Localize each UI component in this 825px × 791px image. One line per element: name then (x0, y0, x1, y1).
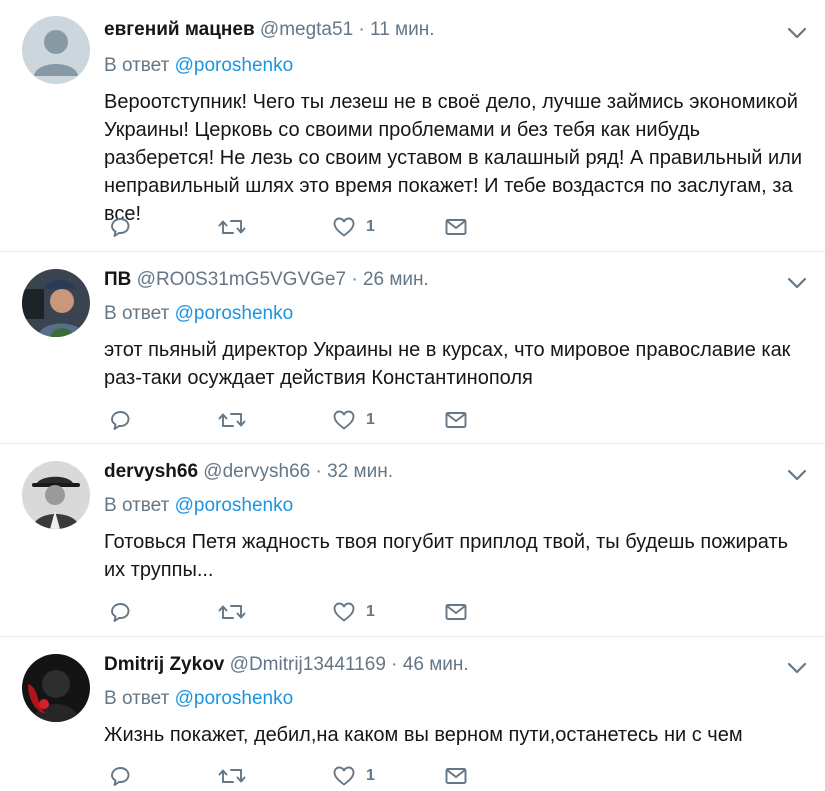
tweet-text: этот пьяный директор Украины не в курсах… (104, 339, 791, 389)
tweet-header: ПВ @RO0S31mG5VGVGe7 · 26 мин. (104, 269, 429, 291)
direct-message-button[interactable] (444, 597, 468, 627)
reply-button[interactable] (108, 761, 132, 791)
profile-photo-icon (22, 269, 90, 337)
retweet-button[interactable] (218, 405, 246, 435)
tweet-header: Dmitrij Zykov @Dmitrij13441169 · 46 мин. (104, 654, 469, 676)
chevron-down-icon[interactable] (787, 661, 807, 675)
reply-mention-link[interactable]: @poroshenko (175, 495, 294, 516)
username[interactable]: @dervysh66 (203, 461, 310, 482)
reply-mention-link[interactable]: @poroshenko (175, 688, 294, 709)
display-name[interactable]: dervysh66 (104, 461, 198, 482)
reply-context: В ответ @poroshenko (104, 495, 293, 517)
like-button[interactable]: 1 (332, 597, 375, 627)
like-button[interactable]: 1 (332, 761, 375, 791)
tweet[interactable]: ПВ @RO0S31mG5VGVGe7 · 26 мин. В ответ @p… (0, 252, 825, 444)
like-count: 1 (366, 603, 375, 620)
heart-icon (333, 602, 355, 622)
separator: · (358, 19, 365, 40)
envelope-icon (445, 604, 467, 620)
tweet-header: евгений мацнев @megta51 · 11 мин. (104, 19, 434, 41)
direct-message-button[interactable] (444, 212, 468, 242)
timestamp[interactable]: 26 мин. (363, 269, 429, 290)
reply-mention-link[interactable]: @poroshenko (175, 303, 294, 324)
timestamp[interactable]: 32 мин. (327, 461, 393, 482)
timestamp[interactable]: 11 мин. (370, 19, 434, 40)
username[interactable]: @Dmitrij13441169 (230, 654, 386, 675)
timestamp[interactable]: 46 мин. (403, 654, 469, 675)
reply-context: В ответ @poroshenko (104, 55, 293, 77)
retweet-icon (218, 413, 246, 427)
reply-button[interactable] (108, 405, 132, 435)
retweet-button[interactable] (218, 212, 246, 242)
separator: · (315, 461, 322, 482)
chevron-down-icon[interactable] (787, 468, 807, 482)
reply-button[interactable] (108, 212, 132, 242)
retweet-icon (218, 769, 246, 783)
profile-photo-icon (22, 461, 90, 529)
envelope-icon (445, 412, 467, 428)
username[interactable]: @megta51 (260, 19, 353, 40)
like-button[interactable]: 1 (332, 212, 375, 242)
direct-message-button[interactable] (444, 761, 468, 791)
envelope-icon (445, 768, 467, 784)
avatar[interactable] (22, 16, 90, 84)
tweet-text: Готовься Петя жадность твоя погубит прип… (104, 531, 789, 581)
display-name[interactable]: евгений мацнев (104, 19, 255, 40)
separator: · (391, 654, 398, 675)
tweet-actions: 1 (104, 761, 504, 791)
avatar[interactable] (22, 269, 90, 337)
retweet-icon (218, 605, 246, 619)
tweet[interactable]: dervysh66 @dervysh66 · 32 мин. В ответ @… (0, 444, 825, 637)
retweet-icon (218, 220, 246, 234)
tweet-actions: 1 (104, 405, 504, 435)
tweet-actions: 1 (104, 212, 504, 242)
heart-icon (333, 766, 355, 786)
chevron-down-icon[interactable] (787, 276, 807, 290)
avatar[interactable] (22, 654, 90, 722)
tweet-text: Жизнь покажет, дебил,на каком вы верном … (104, 724, 743, 746)
default-profile-icon (22, 16, 90, 84)
envelope-icon (445, 219, 467, 235)
tweet[interactable]: евгений мацнев @megta51 · 11 мин. В отве… (0, 0, 825, 252)
reply-icon (111, 218, 130, 237)
profile-photo-icon (22, 654, 90, 722)
reply-context: В ответ @poroshenko (104, 303, 293, 325)
heart-icon (333, 217, 355, 237)
reply-context: В ответ @poroshenko (104, 688, 293, 710)
like-count: 1 (366, 411, 375, 428)
retweet-button[interactable] (218, 761, 246, 791)
reply-prefix: В ответ (104, 303, 170, 324)
reply-icon (111, 603, 130, 622)
reply-prefix: В ответ (104, 688, 170, 709)
direct-message-button[interactable] (444, 405, 468, 435)
display-name[interactable]: Dmitrij Zykov (104, 654, 224, 675)
tweet-actions: 1 (104, 597, 504, 627)
reply-mention-link[interactable]: @poroshenko (175, 55, 294, 76)
avatar[interactable] (22, 461, 90, 529)
chevron-down-icon[interactable] (787, 26, 807, 40)
like-count: 1 (366, 218, 375, 235)
tweet[interactable]: Dmitrij Zykov @Dmitrij13441169 · 46 мин.… (0, 637, 825, 791)
tweet-timeline: евгений мацнев @megta51 · 11 мин. В отве… (0, 0, 825, 791)
like-button[interactable]: 1 (332, 405, 375, 435)
separator: · (351, 269, 358, 290)
heart-icon (333, 410, 355, 430)
reply-icon (111, 411, 130, 430)
tweet-text: Вероотступник! Чего ты лезеш не в своё д… (104, 91, 802, 225)
reply-prefix: В ответ (104, 495, 170, 516)
reply-button[interactable] (108, 597, 132, 627)
reply-prefix: В ответ (104, 55, 170, 76)
reply-icon (111, 767, 130, 786)
retweet-button[interactable] (218, 597, 246, 627)
like-count: 1 (366, 767, 375, 784)
display-name[interactable]: ПВ (104, 269, 131, 290)
username[interactable]: @RO0S31mG5VGVGe7 (137, 269, 346, 290)
tweet-header: dervysh66 @dervysh66 · 32 мин. (104, 461, 393, 483)
